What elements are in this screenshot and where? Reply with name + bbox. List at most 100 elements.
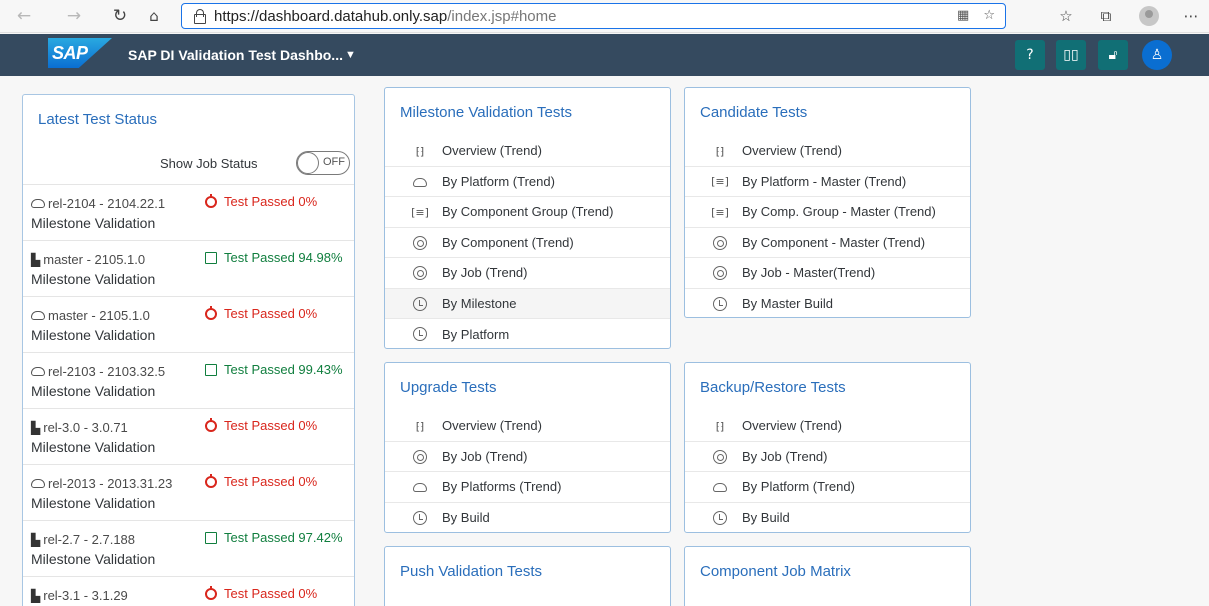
list-item[interactable]: By Platform (Trend) bbox=[385, 167, 670, 197]
card-title: Candidate Tests bbox=[700, 104, 808, 121]
list-item[interactable]: By Component (Trend) bbox=[385, 228, 670, 258]
lock-icon[interactable] bbox=[194, 9, 206, 24]
list-icon: [≡] bbox=[711, 205, 729, 219]
forward-icon[interactable]: → bbox=[62, 4, 86, 28]
list-item[interactable]: [≡] By Component Group (Trend) bbox=[385, 197, 670, 228]
reload-icon[interactable]: ↻ bbox=[108, 4, 132, 28]
fail-icon bbox=[205, 305, 217, 320]
cloud-icon bbox=[31, 311, 45, 320]
list-item[interactable]: [≡] By Comp. Group - Master (Trend) bbox=[685, 197, 970, 228]
home-icon[interactable]: ⌂ bbox=[142, 4, 166, 28]
target-icon bbox=[713, 266, 727, 280]
chevron-down-icon[interactable]: ▼ bbox=[345, 49, 356, 61]
list-item[interactable]: By Platform bbox=[385, 319, 670, 348]
cloud-icon bbox=[31, 367, 45, 376]
status-list: rel-2104 - 2104.22.1 Milestone Validatio… bbox=[23, 184, 354, 606]
back-icon[interactable]: ← bbox=[12, 4, 36, 28]
card-title: Milestone Validation Tests bbox=[400, 104, 573, 121]
favorite-add-icon[interactable]: ☆ bbox=[983, 8, 995, 23]
url-path: /index.jsp#home bbox=[447, 7, 557, 25]
reader-icon[interactable]: ▦ bbox=[957, 8, 969, 23]
status-row[interactable]: rel-2013 - 2013.31.23 Milestone Validati… bbox=[23, 465, 354, 521]
list-item[interactable]: ⁅⁆ Overview (Trend) bbox=[385, 136, 670, 167]
target-icon bbox=[413, 449, 427, 464]
push-validation-card: Push Validation Tests bbox=[384, 546, 671, 606]
fail-icon bbox=[205, 473, 217, 488]
list-item[interactable]: ⁅⁆ Overview (Trend) bbox=[385, 411, 670, 442]
list-item[interactable]: By Platform (Trend) bbox=[685, 472, 970, 503]
collections-icon[interactable]: ⧉ bbox=[1095, 5, 1117, 27]
sap-logo: SAP bbox=[48, 38, 112, 68]
target-icon bbox=[713, 449, 727, 464]
list-item[interactable]: By Master Build bbox=[685, 289, 970, 318]
backup-restore-card: Backup/Restore Tests ⁅⁆ Overview (Trend) … bbox=[684, 362, 971, 533]
history-icon bbox=[413, 296, 427, 311]
list-item[interactable]: By Build bbox=[685, 503, 970, 533]
list-item[interactable]: By Job - Master(Trend) bbox=[685, 258, 970, 289]
show-job-status-toggle[interactable]: OFF bbox=[296, 151, 350, 175]
profile-icon[interactable] bbox=[1138, 5, 1160, 27]
status-row[interactable]: ▙ rel-3.0 - 3.0.71 Milestone Validation T… bbox=[23, 409, 354, 465]
building-icon: ▙ bbox=[31, 252, 41, 267]
list-item[interactable]: By Job (Trend) bbox=[385, 258, 670, 289]
user-icon[interactable]: ♙ bbox=[1142, 40, 1172, 70]
fail-icon bbox=[205, 193, 217, 208]
list-item[interactable]: ⁅⁆ Overview (Trend) bbox=[685, 411, 970, 442]
cloud-icon bbox=[31, 199, 45, 208]
status-row[interactable]: ▙ rel-2.7 - 2.7.188 Milestone Validation … bbox=[23, 521, 354, 577]
book-icon[interactable]: ▯▯ bbox=[1056, 40, 1086, 70]
more-icon[interactable]: ⋯ bbox=[1180, 5, 1202, 27]
list-item[interactable]: By Component - Master (Trend) bbox=[685, 228, 970, 258]
target-icon bbox=[713, 235, 727, 250]
cloud-icon bbox=[413, 177, 427, 187]
candidate-tests-card: Candidate Tests ⁅⁆ Overview (Trend) [≡] By… bbox=[684, 87, 971, 318]
list-item[interactable]: By Job (Trend) bbox=[685, 442, 970, 472]
latest-test-status-panel: Latest Test Status Show Job Status OFF r… bbox=[22, 94, 355, 606]
list-item[interactable]: By Platforms (Trend) bbox=[385, 472, 670, 503]
status-row[interactable]: ▙ master - 2105.1.0 Milestone Validation … bbox=[23, 241, 354, 297]
card-title: Upgrade Tests bbox=[400, 379, 497, 396]
target-icon bbox=[413, 266, 427, 280]
card-title: Backup/Restore Tests bbox=[700, 379, 846, 396]
building-icon: ▙ bbox=[31, 588, 41, 603]
status-row[interactable]: master - 2105.1.0 Milestone Validation T… bbox=[23, 297, 354, 353]
unlock-icon[interactable]: 🔓︎ bbox=[1098, 40, 1128, 70]
history-icon bbox=[413, 327, 427, 341]
history-icon bbox=[713, 296, 727, 311]
list-icon: [≡] bbox=[711, 175, 729, 188]
history-icon bbox=[413, 510, 427, 525]
card-title: Push Validation Tests bbox=[400, 563, 543, 580]
panel-title: Latest Test Status bbox=[38, 111, 157, 128]
status-row[interactable]: ▙ rel-3.1 - 3.1.29 Test Passed 0% bbox=[23, 577, 354, 606]
url-host: https://dashboard.datahub.only.sap bbox=[214, 7, 448, 25]
card-title: Component Job Matrix bbox=[700, 563, 851, 580]
list-item[interactable]: ⁅⁆ Overview (Trend) bbox=[685, 136, 970, 167]
favorites-icon[interactable]: ☆ bbox=[1055, 5, 1077, 27]
app-header: SAP SAP DI Validation Test Dashbo... ▼ ?… bbox=[0, 34, 1209, 76]
status-row[interactable]: rel-2104 - 2104.22.1 Milestone Validatio… bbox=[23, 185, 354, 241]
cloud-icon bbox=[713, 483, 727, 492]
app-title[interactable]: SAP DI Validation Test Dashbo... bbox=[128, 47, 343, 63]
list-icon: [≡] bbox=[411, 205, 429, 219]
overview-icon: ⁅⁆ bbox=[415, 419, 425, 433]
status-row[interactable]: rel-2103 - 2103.32.5 Milestone Validatio… bbox=[23, 353, 354, 409]
cloud-icon bbox=[31, 479, 45, 488]
overview-icon: ⁅⁆ bbox=[715, 144, 725, 158]
show-job-status-label: Show Job Status bbox=[160, 156, 258, 171]
milestone-validation-card: Milestone Validation Tests ⁅⁆ Overview (T… bbox=[384, 87, 671, 349]
address-bar[interactable]: https://dashboard.datahub.only.sap/index… bbox=[181, 3, 1006, 29]
upgrade-tests-card: Upgrade Tests ⁅⁆ Overview (Trend) By Job … bbox=[384, 362, 671, 533]
overview-icon: ⁅⁆ bbox=[715, 419, 725, 433]
list-item[interactable]: By Milestone bbox=[385, 288, 670, 319]
browser-toolbar: ← → ↻ ⌂ https://dashboard.datahub.only.s… bbox=[0, 0, 1209, 33]
list-item[interactable]: [≡] By Platform - Master (Trend) bbox=[685, 167, 970, 197]
fail-icon bbox=[205, 417, 217, 432]
list-item[interactable]: By Build bbox=[385, 503, 670, 533]
pass-icon bbox=[205, 531, 217, 544]
help-icon[interactable]: ? bbox=[1015, 40, 1045, 70]
pass-icon bbox=[205, 251, 217, 264]
list-item[interactable]: By Job (Trend) bbox=[385, 442, 670, 472]
overview-icon: ⁅⁆ bbox=[415, 144, 425, 158]
component-job-matrix-card: Component Job Matrix bbox=[684, 546, 971, 606]
fail-icon bbox=[205, 585, 217, 600]
